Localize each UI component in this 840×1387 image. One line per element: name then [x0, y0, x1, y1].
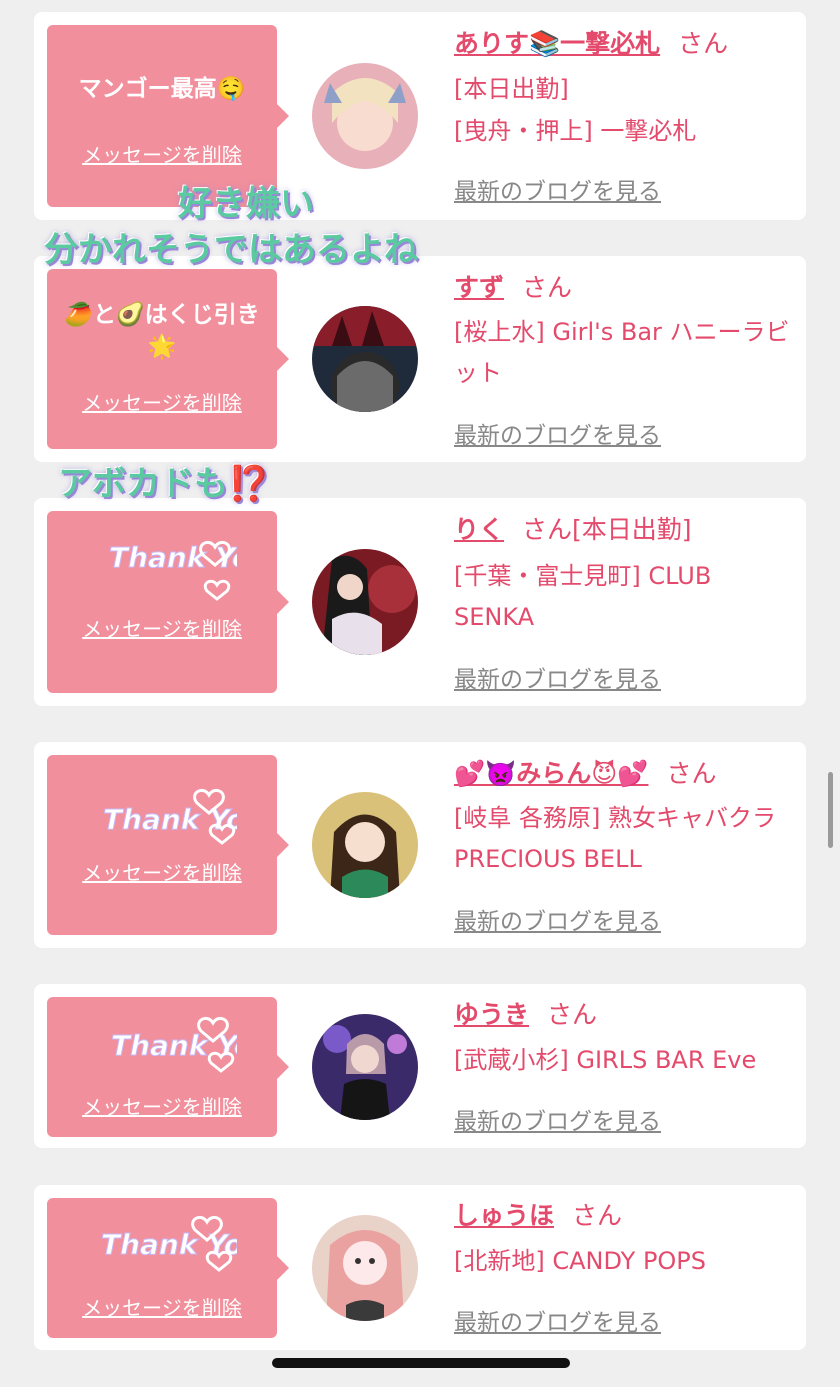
thank-you-sticker: Thank You: [97, 1204, 264, 1304]
delete-message-link[interactable]: メッセージを削除: [47, 1292, 277, 1321]
cast-name-link[interactable]: ありす📚一撃必札: [454, 29, 660, 58]
message-bubble: Thank You メッセージを削除: [47, 997, 289, 1137]
honorific: さん: [547, 1000, 598, 1029]
delete-message-link[interactable]: メッセージを削除: [47, 857, 277, 886]
avatar-image: [312, 306, 418, 412]
cast-name-link[interactable]: りく: [454, 515, 504, 544]
message-card: Thank You メッセージを削除 しゅうほさん [北新地] CANDY PO…: [34, 1185, 806, 1350]
message-bubble: Thank You メッセージを削除: [47, 755, 289, 935]
shop-name: [桜上水] Girl's Bar ハニーラビット: [454, 318, 790, 387]
avatar-image: [312, 1215, 418, 1321]
delete-message-link[interactable]: メッセージを削除: [47, 1091, 277, 1120]
overlay-caption: 好き嫌い: [178, 184, 314, 224]
latest-blog-link[interactable]: 最新のブログを見る: [454, 1102, 661, 1136]
avatar[interactable]: [312, 1215, 418, 1321]
shop-name: [北新地] CANDY POPS: [454, 1247, 707, 1275]
message-bubble: Thank You メッセージを削除: [47, 511, 289, 693]
honorific: さん: [678, 29, 729, 58]
message-text: 🥭と🥑はくじ引き🌟: [64, 302, 260, 360]
delete-message-link[interactable]: メッセージを削除: [47, 613, 277, 642]
thank-you-sticker-image: Thank You: [109, 541, 272, 601]
message-bubble: Thank You メッセージを削除: [47, 1198, 289, 1338]
name-row: しゅうほ さん: [454, 1200, 622, 1232]
delete-message-link[interactable]: メッセージを削除: [47, 139, 277, 168]
avatar[interactable]: [312, 792, 418, 898]
message-card: Thank You メッセージを削除 ゆうきさん [武蔵小杉] GIRLS BA…: [34, 984, 806, 1148]
shop-name: [岐阜 各務原] 熟女キャバクラ PRECIOUS BELL: [454, 804, 776, 873]
shop-name: [曳舟・押上] 一撃必札: [454, 117, 697, 145]
cast-name-link[interactable]: ゆうき: [454, 1000, 529, 1029]
avatar[interactable]: [312, 1014, 418, 1120]
overlay-caption: 分かれそうではあるよね: [44, 230, 418, 270]
honorific: さん: [522, 273, 573, 302]
avatar[interactable]: [312, 549, 418, 655]
latest-blog-link[interactable]: 最新のブログを見る: [454, 416, 661, 450]
avatar-image: [312, 63, 418, 169]
thank-you-sticker: Thank You: [97, 527, 272, 627]
name-row: ありす📚一撃必札 さん: [454, 28, 728, 60]
shop-name: [千葉・富士見町] CLUB SENKA: [454, 562, 712, 631]
thank-you-sticker: Thank You: [97, 1003, 274, 1103]
thank-you-sticker-image: Thank You: [101, 1216, 264, 1272]
cast-name-link[interactable]: 💕👿みらん😈💕: [454, 759, 648, 788]
scrollbar[interactable]: [828, 772, 833, 848]
message-card: Thank You メッセージを削除 💕👿みらん😈💕 さん [岐阜 各務原] 熟女…: [34, 742, 806, 948]
name-row: りく さん[本日出勤]: [454, 514, 692, 546]
message-card: マンゴー最高🤤 メッセージを削除 ありす📚一撃必札 さん [本日出勤] [曳舟・押…: [34, 12, 806, 220]
shop-name: [武蔵小杉] GIRLS BAR Eve: [454, 1046, 757, 1074]
avatar-image: [312, 549, 418, 655]
avatar-image: [312, 1014, 418, 1120]
message-text: マンゴー最高🤤: [78, 76, 246, 102]
latest-blog-link[interactable]: 最新のブログを見る: [454, 660, 661, 694]
thank-you-sticker-image: Thank You: [111, 1017, 274, 1073]
svg-text:Thank You: Thank You: [109, 541, 237, 574]
svg-text:Thank You: Thank You: [111, 1029, 237, 1062]
honorific: さん: [572, 1201, 623, 1230]
honorific: さん: [666, 759, 717, 788]
latest-blog-link[interactable]: 最新のブログを見る: [454, 172, 661, 206]
name-row: 💕👿みらん😈💕 さん: [454, 758, 716, 790]
home-indicator[interactable]: [272, 1358, 570, 1368]
cast-name-link[interactable]: しゅうほ: [454, 1201, 554, 1230]
name-row: すず さん: [454, 272, 572, 304]
avatar-image: [312, 792, 418, 898]
avatar[interactable]: [312, 306, 418, 412]
avatar[interactable]: [312, 63, 418, 169]
overlay-caption: アボカドも⁉️: [58, 464, 271, 504]
delete-message-link[interactable]: メッセージを削除: [47, 387, 277, 416]
name-row: ゆうき さん: [454, 999, 597, 1031]
cast-name-link[interactable]: すず: [454, 273, 504, 302]
thank-you-sticker-image: Thank You: [103, 789, 266, 845]
message-card: Thank You メッセージを削除 りくさん[本日出勤] [千葉・富士見町] …: [34, 498, 806, 706]
message-bubble: 🥭と🥑はくじ引き🌟 メッセージを削除: [47, 269, 289, 449]
latest-blog-link[interactable]: 最新のブログを見る: [454, 1303, 661, 1337]
work-status: [本日出勤]: [454, 75, 569, 103]
latest-blog-link[interactable]: 最新のブログを見る: [454, 902, 661, 936]
honorific: さん[本日出勤]: [522, 515, 692, 544]
message-card: 🥭と🥑はくじ引き🌟 メッセージを削除 すず さん [桜上水] Girl's Bar…: [34, 256, 806, 462]
